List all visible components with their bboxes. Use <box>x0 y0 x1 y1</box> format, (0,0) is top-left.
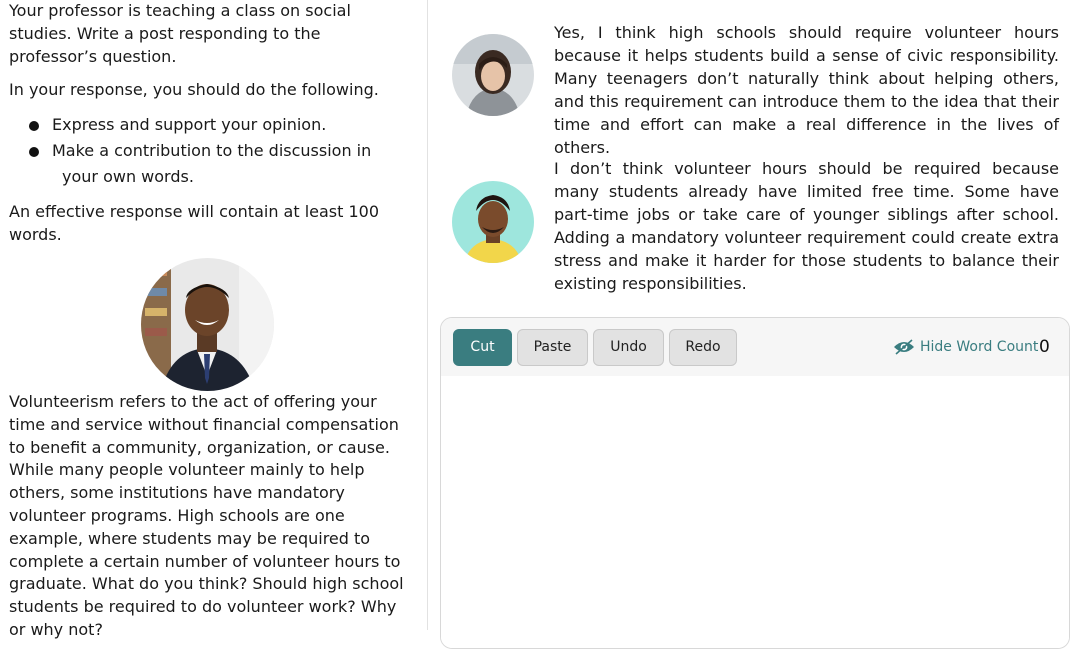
prompt-intro: Your professor is teaching a class on so… <box>9 1 351 66</box>
prompt-panel: Your professor is teaching a class on so… <box>0 0 428 639</box>
discussion-panel: Yes, I think high schools should require… <box>429 0 1080 649</box>
editor-toolbar: Cut Paste Undo Redo Hide Word Count 0 <box>441 318 1069 376</box>
instruction-list: Express and support your opinion. Make a… <box>29 112 389 190</box>
prompt-instructions: In your response, you should do the foll… <box>9 80 379 99</box>
professor-avatar <box>141 258 274 391</box>
bullet-dot-icon <box>29 121 39 131</box>
eye-icon <box>893 339 915 355</box>
instruction-item: Express and support your opinion. <box>29 112 389 138</box>
word-count-value: 0 <box>1039 337 1050 357</box>
professor-question: Volunteerism refers to the act of offeri… <box>9 392 404 639</box>
student-post: I don’t think volunteer hours should be … <box>554 159 1059 293</box>
undo-button[interactable]: Undo <box>593 329 664 366</box>
hide-word-count-label: Hide Word Count <box>920 339 1039 355</box>
response-editor: Cut Paste Undo Redo Hide Word Count 0 <box>440 317 1070 649</box>
redo-button[interactable]: Redo <box>669 329 737 366</box>
cut-button[interactable]: Cut <box>453 329 512 366</box>
paste-button[interactable]: Paste <box>517 329 588 366</box>
student-avatar <box>452 34 534 116</box>
bullet-dot-icon <box>29 147 39 157</box>
prompt-requirement: An effective response will contain at le… <box>9 202 380 244</box>
hide-word-count-toggle[interactable]: Hide Word Count <box>893 337 1038 357</box>
response-textarea[interactable] <box>441 376 1069 648</box>
student-avatar <box>452 181 534 263</box>
instruction-item: Make a contribution to the discussion in… <box>29 138 389 190</box>
student-post: Yes, I think high schools should require… <box>554 23 1059 157</box>
